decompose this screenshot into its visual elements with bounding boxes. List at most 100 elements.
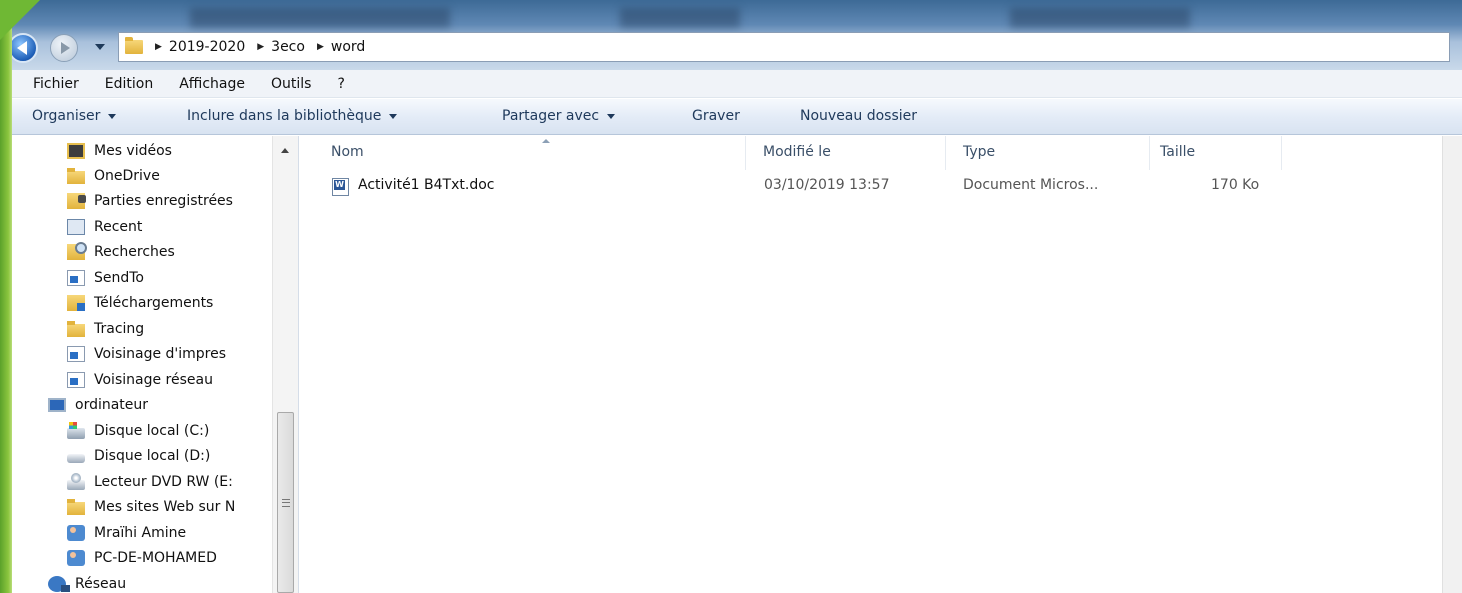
user-icon — [67, 549, 85, 566]
file-modified: 03/10/2019 13:57 — [764, 177, 890, 193]
nav-item-label: Mraïhi Amine — [94, 524, 187, 541]
nav-item-disque-c[interactable]: Disque local (C:) — [67, 418, 209, 443]
content-scrollbar-track[interactable] — [1442, 136, 1462, 593]
nav-item-voisinage-impression[interactable]: Voisinage d'impres — [67, 341, 226, 366]
breadcrumb-chevron-icon[interactable]: ▶ — [155, 42, 162, 52]
nav-item-label: SendTo — [94, 269, 144, 286]
computer-icon — [48, 397, 66, 412]
nav-item-label: Disque local (C:) — [94, 422, 210, 439]
downloads-folder-icon — [67, 294, 85, 311]
nav-item-label: PC-DE-MOHAMED — [94, 549, 217, 566]
breadcrumb-item[interactable]: 3eco — [271, 39, 305, 55]
column-divider[interactable] — [745, 136, 746, 170]
chevron-down-icon — [389, 113, 398, 119]
menu-bar: Fichier Edition Affichage Outils ? — [0, 70, 1462, 98]
menu-outils[interactable]: Outils — [271, 76, 311, 92]
navigation-pane: Mes vidéos OneDrive Parties enregistrées… — [12, 136, 299, 593]
share-with-label: Partager avec — [502, 108, 600, 124]
nav-item-sendto[interactable]: SendTo — [67, 265, 144, 290]
slide-accent-bar — [0, 0, 40, 593]
nav-item-voisinage-reseau[interactable]: Voisinage réseau — [67, 367, 213, 392]
nav-item-mraihi-amine[interactable]: Mraïhi Amine — [67, 520, 186, 545]
network-icon — [48, 575, 70, 592]
word-document-icon — [332, 178, 349, 200]
breadcrumb-item[interactable]: word — [331, 39, 365, 55]
nav-item-label: Recherches — [94, 243, 175, 260]
menu-help[interactable]: ? — [337, 76, 344, 92]
new-folder-button[interactable]: Nouveau dossier — [800, 108, 917, 124]
nav-item-label: Réseau — [75, 575, 127, 592]
column-header-size[interactable]: Taille — [1160, 144, 1195, 160]
burn-button[interactable]: Graver — [692, 108, 740, 124]
menu-fichier[interactable]: Fichier — [33, 76, 79, 92]
organize-button[interactable]: Organiser — [32, 108, 117, 124]
nav-item-parties-enregistrees[interactable]: Parties enregistrées — [67, 188, 233, 213]
saved-games-folder-icon — [67, 192, 86, 209]
breadcrumb-chevron-icon[interactable]: ▶ — [317, 42, 324, 52]
nav-item-label: Mes vidéos — [94, 142, 172, 159]
nav-item-reseau[interactable]: Réseau — [48, 571, 126, 593]
command-bar: Organiser Inclure dans la bibliothèque P… — [0, 99, 1462, 135]
column-divider[interactable] — [1281, 136, 1282, 170]
menu-edition[interactable]: Edition — [105, 76, 153, 92]
scrollbar-thumb[interactable] — [277, 412, 294, 593]
nav-item-disque-d[interactable]: Disque local (D:) — [67, 443, 210, 468]
nav-item-label: Téléchargements — [94, 294, 214, 311]
nav-item-label: ordinateur — [75, 396, 149, 413]
nav-item-label: OneDrive — [94, 167, 160, 184]
nav-item-label: Mes sites Web sur N — [94, 498, 236, 515]
nav-item-label: Recent — [94, 218, 143, 235]
nav-item-label: Lecteur DVD RW (E: — [94, 473, 233, 490]
column-divider[interactable] — [1149, 136, 1150, 170]
history-dropdown-icon[interactable] — [95, 44, 105, 50]
shortcut-icon — [67, 371, 85, 388]
include-library-button[interactable]: Inclure dans la bibliothèque — [187, 108, 398, 124]
nav-item-recent[interactable]: Recent — [67, 214, 142, 239]
chevron-down-icon — [607, 113, 616, 119]
include-library-label: Inclure dans la bibliothèque — [187, 108, 382, 124]
nav-item-pc-de-mohamed[interactable]: PC-DE-MOHAMED — [67, 545, 217, 570]
address-bar[interactable]: ▶ 2019-2020 ▶ 3eco ▶ word — [118, 32, 1450, 62]
dvd-drive-icon — [67, 472, 85, 490]
address-row: ▶ 2019-2020 ▶ 3eco ▶ word — [0, 28, 1462, 68]
column-divider[interactable] — [945, 136, 946, 170]
searches-folder-icon — [67, 241, 87, 260]
nav-item-label: Voisinage d'impres — [94, 345, 227, 362]
nav-item-recherches[interactable]: Recherches — [67, 239, 175, 264]
system-drive-icon — [67, 421, 85, 439]
breadcrumb-item[interactable]: 2019-2020 — [169, 39, 245, 55]
user-icon — [67, 524, 85, 541]
file-name: Activité1 B4Txt.doc — [358, 177, 495, 193]
nav-item-onedrive[interactable]: OneDrive — [67, 163, 160, 188]
nav-item-mes-sites-web[interactable]: Mes sites Web sur N — [67, 494, 235, 519]
nav-item-mes-videos[interactable]: Mes vidéos — [67, 138, 172, 163]
navigation-scrollbar[interactable] — [272, 136, 298, 593]
column-header-modified[interactable]: Modifié le — [763, 144, 831, 160]
folder-icon — [67, 167, 85, 184]
menu-affichage[interactable]: Affichage — [179, 76, 245, 92]
recent-icon — [67, 218, 85, 235]
nav-item-label: Tracing — [94, 320, 145, 337]
column-header-name[interactable]: Nom — [331, 144, 364, 160]
file-list: Nom Modifié le Type Taille Activité1 B4T… — [299, 136, 1442, 593]
nav-item-lecteur-dvd[interactable]: Lecteur DVD RW (E: — [67, 469, 233, 494]
file-type: Document Micros... — [963, 177, 1099, 193]
forward-button[interactable] — [50, 34, 78, 62]
shortcut-icon — [67, 269, 85, 286]
nav-item-telechargements[interactable]: Téléchargements — [67, 290, 213, 315]
videos-folder-icon — [67, 142, 85, 159]
scroll-up-arrow-icon[interactable] — [281, 148, 289, 153]
file-row[interactable]: Activité1 B4Txt.doc 03/10/2019 13:57 Doc… — [327, 174, 1267, 200]
nav-item-ordinateur[interactable]: ordinateur — [48, 392, 148, 417]
breadcrumb-chevron-icon[interactable]: ▶ — [257, 42, 264, 52]
forward-arrow-icon — [60, 42, 70, 54]
nav-item-tracing[interactable]: Tracing — [67, 316, 144, 341]
chevron-down-icon — [108, 113, 117, 119]
share-with-button[interactable]: Partager avec — [502, 108, 616, 124]
organize-label: Organiser — [32, 108, 101, 124]
column-header-type[interactable]: Type — [963, 144, 995, 160]
nav-item-label: Disque local (D:) — [94, 447, 211, 464]
grip-icon — [282, 499, 290, 507]
folder-icon — [67, 320, 85, 337]
folder-icon — [125, 37, 143, 54]
